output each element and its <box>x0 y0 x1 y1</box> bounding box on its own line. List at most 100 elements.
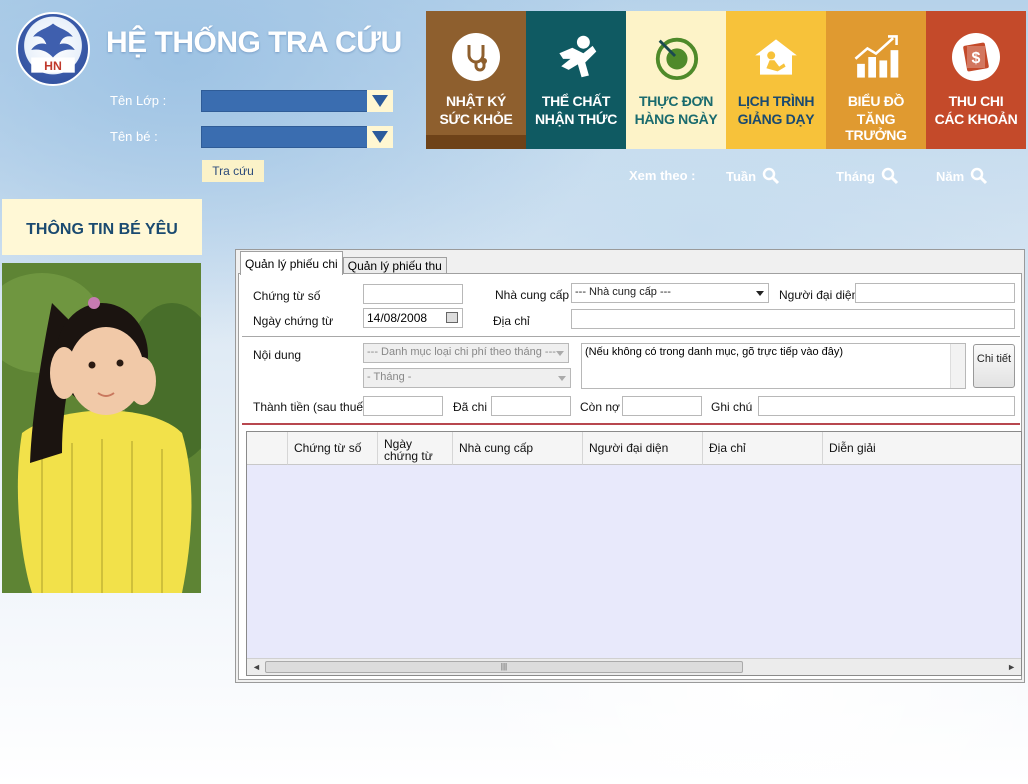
tile-label-line2: NHẬN THỨC <box>534 111 618 127</box>
grid-row-header <box>247 432 288 465</box>
expense-voucher-panel: Chứng từ số Nhà cung cấp --- Nhà cung cấ… <box>238 273 1022 680</box>
view-by-label: Xem theo : <box>629 168 696 183</box>
view-year-option[interactable]: Năm <box>936 167 988 185</box>
tile-label-line2: SỨC KHỎE <box>439 111 513 127</box>
column-representative[interactable]: Người đại diện <box>583 432 703 465</box>
search-icon <box>881 167 899 185</box>
class-label: Tên Lớp : <box>110 93 167 108</box>
note-label: Ghi chú <box>711 400 753 414</box>
tile-label-line2: GIẢNG DẠY <box>737 111 815 127</box>
textarea-scrollbar[interactable] <box>950 344 965 388</box>
finance-window: Quản lý phiếu chi Quản lý phiếu thu Chứn… <box>235 249 1025 683</box>
house-child-icon <box>752 33 800 81</box>
paid-label: Đã chi <box>453 400 488 414</box>
chevron-down-icon <box>558 376 566 381</box>
column-voucher-no[interactable]: Chứng từ số <box>288 432 378 465</box>
voucher-date-label: Ngày chứng từ <box>253 314 334 328</box>
child-select[interactable] <box>201 126 393 148</box>
voucher-date-value: 14/08/2008 <box>367 311 428 325</box>
child-label: Tên bé : <box>110 129 158 144</box>
tile-daily-menu[interactable]: THỰC ĐƠN HÀNG NGÀY <box>626 11 726 149</box>
app-title: HỆ THỐNG TRA CỨU <box>106 26 402 59</box>
total-label: Thành tiền (sau thuế) <box>253 400 368 414</box>
class-dropdown-button[interactable] <box>367 90 393 112</box>
tile-label-line1: THU CHI <box>948 93 1004 109</box>
scrollbar-thumb[interactable]: ||| <box>265 661 743 673</box>
tile-health-diary[interactable]: NHẬT KÝ SỨC KHỎE <box>426 11 526 149</box>
logo-text: HN <box>44 59 62 73</box>
tile-label-line1: THỂ CHẤT <box>541 93 611 109</box>
content-hint: (Nếu không có trong danh mục, gõ trực ti… <box>585 346 844 358</box>
school-logo: HN <box>16 12 90 86</box>
triangle-down-icon <box>372 95 388 107</box>
grid-horizontal-scrollbar[interactable]: ◄ ||| ► <box>247 658 1021 675</box>
tile-label-line2: HÀNG NGÀY <box>634 111 718 127</box>
view-option-label: Tháng <box>836 168 875 184</box>
voucher-no-label: Chứng từ số <box>253 289 321 303</box>
expense-category-select[interactable]: --- Danh mục loại chi phí theo tháng --- <box>363 343 569 363</box>
supplier-select[interactable]: --- Nhà cung cấp --- <box>571 283 769 303</box>
content-textarea[interactable]: (Nếu không có trong danh mục, gõ trực ti… <box>581 343 966 389</box>
child-dropdown-button[interactable] <box>367 126 393 148</box>
voucher-date-picker[interactable]: 14/08/2008 <box>363 308 463 328</box>
address-label: Địa chỉ <box>493 314 530 328</box>
tile-income-expense[interactable]: $ THU CHI CÁC KHOẢN <box>926 11 1026 149</box>
total-field[interactable] <box>363 396 443 416</box>
detail-button[interactable]: Chi tiết <box>973 344 1015 388</box>
column-supplier[interactable]: Nhà cung cấp <box>453 432 583 465</box>
child-photo <box>2 263 201 593</box>
tile-teaching-schedule[interactable]: LỊCH TRÌNH GIẢNG DẠY <box>726 11 826 149</box>
search-icon <box>970 167 988 185</box>
view-option-label: Tuần <box>726 168 757 184</box>
scroll-left-icon[interactable]: ◄ <box>252 662 261 672</box>
red-divider <box>242 423 1020 425</box>
svg-text:$: $ <box>972 50 981 67</box>
growth-chart-icon <box>852 33 900 81</box>
column-description[interactable]: Diễn giải <box>823 432 1021 465</box>
column-address[interactable]: Địa chỉ <box>703 432 823 465</box>
tile-label-line1: LỊCH TRÌNH <box>737 93 815 109</box>
category-selected-value: --- Danh mục loại chi phí theo tháng --- <box>367 346 556 358</box>
view-option-label: Năm <box>936 168 965 184</box>
scroll-right-icon[interactable]: ► <box>1007 662 1016 672</box>
representative-label: Người đại diện <box>779 288 859 302</box>
tile-label-line1: THỰC ĐƠN <box>638 93 714 109</box>
month-selected-value: - Tháng - <box>367 371 412 383</box>
paid-field[interactable] <box>491 396 571 416</box>
child-info-title: THÔNG TIN BÉ YÊU <box>2 199 202 255</box>
search-icon <box>762 167 780 185</box>
class-select[interactable] <box>201 90 393 112</box>
view-week-option[interactable]: Tuần <box>726 167 780 185</box>
address-field[interactable] <box>571 309 1015 329</box>
calendar-icon <box>446 312 458 323</box>
section-divider <box>242 336 1020 337</box>
tile-label-line2: TĂNG TRƯỞNG <box>845 111 907 143</box>
remaining-label: Còn nợ <box>580 400 620 414</box>
money-icon: $ <box>952 33 1000 81</box>
tile-label-line2: CÁC KHOẢN <box>934 111 1018 127</box>
voucher-no-field[interactable] <box>363 284 463 304</box>
tile-label-line1: NHẬT KÝ <box>445 93 507 109</box>
note-field[interactable] <box>758 396 1015 416</box>
tile-label-line1: BIỂU ĐỒ <box>847 93 905 109</box>
view-month-option[interactable]: Tháng <box>836 167 899 185</box>
stethoscope-icon <box>452 33 500 81</box>
tab-strip: Quản lý phiếu chi Quản lý phiếu thu <box>240 251 447 275</box>
representative-field[interactable] <box>855 283 1015 303</box>
plate-fork-icon <box>652 33 700 81</box>
chevron-down-icon <box>756 291 764 296</box>
supplier-label: Nhà cung cấp <box>495 288 570 302</box>
remaining-field[interactable] <box>622 396 702 416</box>
month-select[interactable]: - Tháng - <box>363 368 571 388</box>
column-voucher-date[interactable]: Ngày chứng từ <box>378 432 453 465</box>
search-button[interactable]: Tra cứu <box>202 160 264 182</box>
tile-growth-chart[interactable]: BIỂU ĐỒ TĂNG TRƯỞNG <box>826 11 926 149</box>
supplier-selected-value: --- Nhà cung cấp --- <box>575 286 671 298</box>
tile-physical-cognitive[interactable]: THỂ CHẤT NHẬN THỨC <box>526 11 626 149</box>
running-person-icon <box>552 33 600 81</box>
tab-expense-vouchers[interactable]: Quản lý phiếu chi <box>240 251 343 275</box>
triangle-down-icon <box>372 131 388 143</box>
content-label: Nội dung <box>253 348 302 362</box>
voucher-grid[interactable]: Chứng từ số Ngày chứng từ Nhà cung cấp N… <box>246 431 1022 676</box>
chevron-down-icon <box>556 351 564 356</box>
